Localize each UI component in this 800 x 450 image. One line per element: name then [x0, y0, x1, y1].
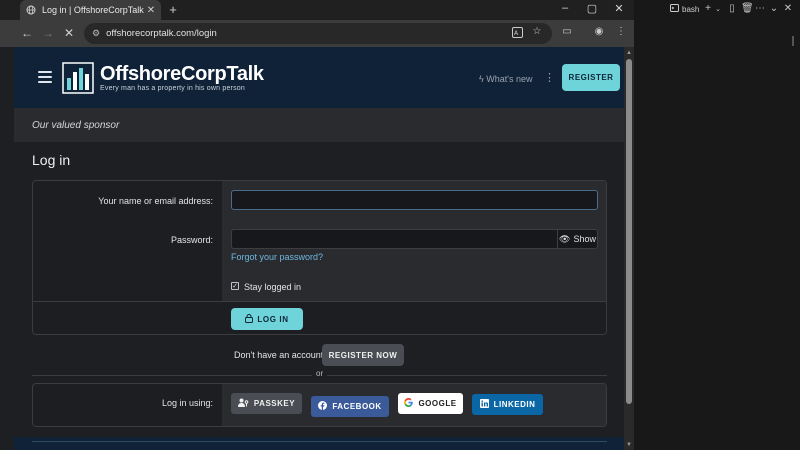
- show-label: Show: [573, 234, 596, 244]
- login-button[interactable]: LOG IN: [231, 308, 303, 330]
- browser-window: Log in | OffshoreCorpTalk ✕ + – ▢ ✕ ← → …: [0, 0, 634, 450]
- eye-icon: 👁: [559, 233, 571, 244]
- tab-title: Log in | OffshoreCorpTalk: [42, 5, 144, 15]
- linkedin-button[interactable]: LINKEDIN: [472, 394, 543, 415]
- register-now-button[interactable]: REGISTER NOW: [322, 344, 404, 366]
- address-bar[interactable]: ⚙ offshorecorptalk.com/login: [84, 23, 552, 44]
- site-header: OffshoreCorpTalk Every man has a propert…: [14, 47, 624, 108]
- stay-logged-in-checkbox[interactable]: ✓: [231, 282, 239, 290]
- google-label: GOOGLE: [418, 399, 457, 408]
- page-scrollbar[interactable]: ▲ ▼: [624, 47, 634, 450]
- svg-text:A: A: [514, 30, 519, 37]
- facebook-icon: [318, 401, 328, 412]
- page-title: Log in: [32, 152, 71, 168]
- footer-strip: [14, 437, 624, 450]
- forgot-password-link[interactable]: Forgot your password?: [231, 252, 323, 262]
- password-field-label: Password:: [170, 235, 213, 245]
- whats-new-label: What's new: [486, 74, 533, 84]
- social-login-panel: Log in using: PASSKEY FACEBOOK GOOGLE LI…: [32, 383, 607, 427]
- no-account-prompt: Don't have an account?: [234, 350, 329, 360]
- collapse-chevron-icon[interactable]: ⌄: [768, 3, 780, 14]
- close-panel-icon[interactable]: ✕: [782, 3, 794, 14]
- site-info-icon[interactable]: ⚙: [92, 28, 100, 39]
- linkedin-label: LINKEDIN: [493, 400, 536, 409]
- maximize-icon[interactable]: ▢: [584, 2, 600, 15]
- back-icon[interactable]: ←: [20, 26, 34, 40]
- sponsor-text: Our valued sponsor: [32, 120, 120, 131]
- browser-menu-icon[interactable]: ⋮: [614, 26, 628, 37]
- passkey-button[interactable]: PASSKEY: [231, 393, 302, 414]
- chevron-down-icon[interactable]: ⌄: [712, 5, 724, 13]
- lock-icon: [245, 313, 254, 325]
- tab-strip: Log in | OffshoreCorpTalk ✕ + – ▢ ✕: [0, 0, 634, 20]
- web-page: OffshoreCorpTalk Every man has a propert…: [0, 47, 634, 450]
- passkey-icon: [237, 398, 249, 409]
- google-button[interactable]: GOOGLE: [398, 393, 463, 414]
- name-field-label: Your name or email address:: [98, 196, 213, 206]
- cast-icon[interactable]: ▭: [560, 26, 574, 37]
- login-button-label: LOG IN: [257, 314, 289, 324]
- split-terminal-icon[interactable]: ▯: [726, 3, 738, 14]
- browser-toolbar: ← → ✕ ⚙ offshorecorptalk.com/login A ☆ ▭…: [0, 20, 634, 47]
- site-tagline: Every man has a property in his own pers…: [100, 85, 245, 92]
- minimize-icon[interactable]: –: [557, 2, 573, 14]
- terminal-icon: [670, 4, 679, 14]
- new-tab-button[interactable]: +: [166, 2, 180, 17]
- register-button[interactable]: REGISTER: [562, 64, 620, 91]
- more-options-icon[interactable]: ⋮: [544, 71, 555, 84]
- globe-icon: [26, 5, 36, 15]
- forward-icon[interactable]: →: [41, 26, 55, 40]
- name-email-input[interactable]: [231, 190, 598, 210]
- scroll-up-icon[interactable]: ▲: [626, 50, 632, 56]
- translate-icon[interactable]: A: [510, 27, 524, 41]
- whats-new-link[interactable]: ϟ What's new: [479, 74, 533, 84]
- passkey-label: PASSKEY: [253, 399, 296, 408]
- terminal-label: bash: [682, 4, 700, 14]
- bookmark-star-icon[interactable]: ☆: [530, 26, 544, 37]
- show-password-button[interactable]: 👁 Show: [558, 229, 598, 249]
- sponsor-bar: Our valued sponsor: [14, 108, 624, 142]
- login-form-footer: LOG IN: [33, 301, 606, 334]
- url-text: offshorecorptalk.com/login: [106, 28, 217, 39]
- profile-icon[interactable]: ◉: [592, 26, 606, 37]
- facebook-button[interactable]: FACEBOOK: [311, 396, 389, 417]
- scroll-down-icon[interactable]: ▼: [626, 442, 632, 448]
- more-actions-icon[interactable]: ⋯: [754, 3, 766, 14]
- login-form: Your name or email address: Password: 👁 S…: [32, 180, 607, 335]
- log-in-using-label: Log in using:: [161, 398, 213, 408]
- facebook-label: FACEBOOK: [332, 402, 382, 411]
- linkedin-icon: [479, 399, 489, 410]
- or-text: or: [312, 369, 328, 378]
- side-panel-scrollbar[interactable]: [792, 36, 794, 46]
- stop-loading-icon[interactable]: ✕: [62, 26, 76, 40]
- tab-close-icon[interactable]: ✕: [144, 5, 158, 16]
- browser-tab[interactable]: Log in | OffshoreCorpTalk ✕: [20, 0, 161, 20]
- hamburger-menu-icon[interactable]: [38, 71, 52, 83]
- site-brand-name[interactable]: OffshoreCorpTalk: [100, 63, 264, 86]
- window-close-icon[interactable]: ✕: [611, 2, 627, 15]
- terminal-side-panel: bash + ⌄ ▯ 🗑 ⋯ ⌄ ✕: [634, 0, 800, 450]
- terminal-tab[interactable]: bash: [670, 4, 699, 14]
- site-logo-icon[interactable]: [62, 62, 94, 94]
- password-input[interactable]: [231, 229, 558, 249]
- trash-icon[interactable]: 🗑: [741, 3, 754, 14]
- google-icon: [404, 398, 414, 409]
- stay-logged-in-label[interactable]: Stay logged in: [244, 282, 301, 292]
- scrollbar-thumb[interactable]: [626, 59, 632, 404]
